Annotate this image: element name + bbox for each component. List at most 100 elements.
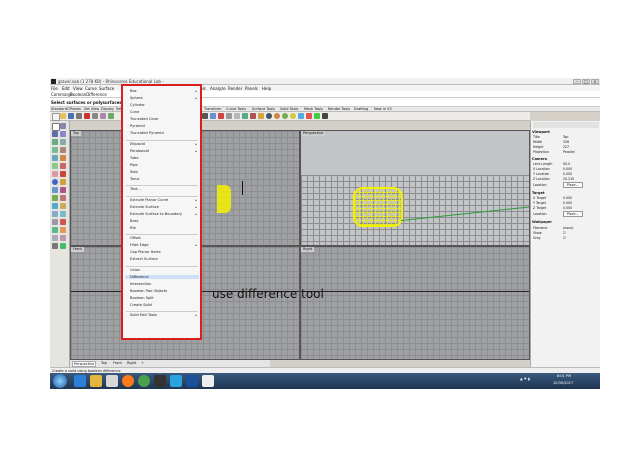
tab-drafting[interactable]: Drafting — [354, 107, 368, 111]
open-icon[interactable] — [60, 113, 66, 119]
properties-icon[interactable] — [306, 113, 312, 119]
tab-right[interactable]: Right — [126, 361, 137, 365]
layer-icon[interactable] — [298, 113, 304, 119]
menu-item-solid-edit-tools[interactable]: Solid Edit Tools — [130, 313, 157, 317]
menu-item-create-solid[interactable]: Create Solid — [130, 303, 152, 307]
word-icon[interactable] — [186, 375, 198, 387]
skype-icon[interactable] — [170, 375, 182, 387]
prop-value[interactable]: 0.000 — [563, 172, 572, 176]
viewport-perspective-label[interactable]: Perspective — [301, 131, 326, 136]
show-checkbox[interactable]: ☑ — [563, 231, 566, 235]
menu-item-text[interactable]: Text... — [130, 187, 141, 191]
tab-front[interactable]: Front — [112, 361, 123, 365]
viewport-top-label[interactable]: Top — [71, 131, 81, 136]
dimension-icon[interactable] — [52, 235, 58, 241]
prop-value[interactable]: Parallel — [563, 150, 575, 154]
place-target-button[interactable]: Place... — [563, 211, 583, 217]
tab-render-tools[interactable]: Render Tools — [328, 107, 350, 111]
menu-item-union[interactable]: Union — [130, 268, 140, 272]
grid-icon[interactable] — [202, 113, 208, 119]
prop-value[interactable]: Top — [563, 135, 568, 139]
menu-curve[interactable]: Curve — [85, 86, 97, 91]
named-view-icon[interactable] — [258, 113, 264, 119]
tab-display[interactable]: Display — [101, 107, 114, 111]
prop-value[interactable]: 326 — [563, 140, 569, 144]
menu-item-cylinder[interactable]: Cylinder — [130, 103, 145, 107]
chrome-icon[interactable] — [138, 375, 150, 387]
shade-icon[interactable] — [266, 113, 272, 119]
mirror-icon[interactable] — [52, 227, 58, 233]
array-icon[interactable] — [60, 227, 66, 233]
light-icon[interactable] — [290, 113, 296, 119]
menu-help[interactable]: Help — [262, 86, 271, 91]
split-icon[interactable] — [60, 195, 66, 201]
join-icon[interactable] — [52, 203, 58, 209]
rectangle-icon[interactable] — [60, 147, 66, 153]
point-icon[interactable] — [60, 123, 66, 129]
polygon-icon[interactable] — [52, 155, 58, 161]
menu-item-paraboloid[interactable]: Paraboloid — [130, 149, 149, 153]
prop-value[interactable]: 0.000 — [563, 206, 572, 210]
menu-item-rib[interactable]: Rib — [130, 226, 136, 230]
select-icon[interactable] — [52, 123, 60, 131]
tab-solid-tools[interactable]: Solid Tools — [280, 107, 298, 111]
firefox-icon[interactable] — [122, 375, 134, 387]
start-button-icon[interactable] — [53, 374, 67, 388]
undo-icon[interactable] — [108, 113, 114, 119]
viewport-right[interactable]: Right — [300, 246, 530, 360]
extrude-icon[interactable] — [60, 171, 66, 177]
menu-panels[interactable]: Panels — [245, 86, 258, 91]
menu-item-extrude-surface-to-boundary[interactable]: Extrude Surface to Boundary — [130, 212, 182, 216]
box-object[interactable] — [353, 187, 403, 227]
viewport-right-label[interactable]: Right — [301, 247, 315, 252]
zoom-selected-icon[interactable] — [250, 113, 256, 119]
text-icon[interactable] — [60, 155, 66, 161]
tab-add[interactable]: + — [140, 361, 145, 365]
tab-set-view[interactable]: Set View — [84, 107, 99, 111]
ie-icon[interactable] — [74, 375, 86, 387]
options-icon[interactable] — [314, 113, 320, 119]
menu-item-intersection[interactable]: Intersection — [130, 282, 151, 286]
layout-icon[interactable] — [52, 243, 58, 249]
menu-render[interactable]: Render — [228, 86, 242, 91]
help-icon[interactable] — [322, 113, 328, 119]
prop-value[interactable]: 0.000 — [563, 167, 572, 171]
viewport-perspective[interactable]: Perspective — [300, 130, 530, 246]
explorer-icon[interactable] — [90, 375, 102, 387]
sphere-icon[interactable] — [52, 179, 58, 185]
print-icon[interactable] — [76, 113, 82, 119]
menu-item-truncated-pyramid[interactable]: Truncated Pyramid — [130, 131, 164, 135]
boolean-icon[interactable] — [52, 187, 58, 193]
tab-standard[interactable]: Standard — [51, 107, 67, 111]
menu-item-offset[interactable]: Offset — [130, 236, 141, 240]
tab-mesh-tools[interactable]: Mesh Tools — [304, 107, 323, 111]
minimize-button[interactable]: – — [573, 79, 581, 84]
menu-item-box[interactable]: Box — [130, 89, 137, 93]
prop-value[interactable]: (none) — [563, 226, 573, 230]
trim-icon[interactable] — [52, 195, 58, 201]
pan-icon[interactable] — [210, 113, 216, 119]
menu-edit[interactable]: Edit — [62, 86, 70, 91]
tab-transform[interactable]: Transform — [204, 107, 221, 111]
menu-item-fillet-edge[interactable]: Fillet Edge — [130, 243, 149, 247]
rotate-icon[interactable] — [218, 113, 224, 119]
menu-surface[interactable]: Surface — [99, 86, 114, 91]
copy-tool-icon[interactable] — [60, 211, 66, 217]
surface-icon[interactable] — [52, 171, 58, 177]
paste-icon[interactable] — [100, 113, 106, 119]
circle-icon[interactable] — [52, 139, 58, 145]
tab-new-in-v5[interactable]: New in V5 — [374, 107, 392, 111]
new-icon[interactable] — [52, 113, 60, 121]
menu-item-boss[interactable]: Boss — [130, 219, 138, 223]
menu-view[interactable]: View — [73, 86, 83, 91]
menu-file[interactable]: File — [51, 86, 58, 91]
menu-item-cap-planar-holes[interactable]: Cap Planar Holes — [130, 250, 161, 254]
tab-curve-tools[interactable]: Curve Tools — [226, 107, 246, 111]
menu-item-sphere[interactable]: Sphere — [130, 96, 143, 100]
place-camera-button[interactable]: Place... — [563, 182, 583, 188]
menu-item-tube[interactable]: Tube — [130, 156, 138, 160]
polyline-icon[interactable] — [52, 131, 58, 137]
media-icon[interactable] — [106, 375, 118, 387]
menu-item-boolean-two-objects[interactable]: Boolean Two Objects — [130, 289, 167, 293]
explode-icon[interactable] — [60, 203, 66, 209]
